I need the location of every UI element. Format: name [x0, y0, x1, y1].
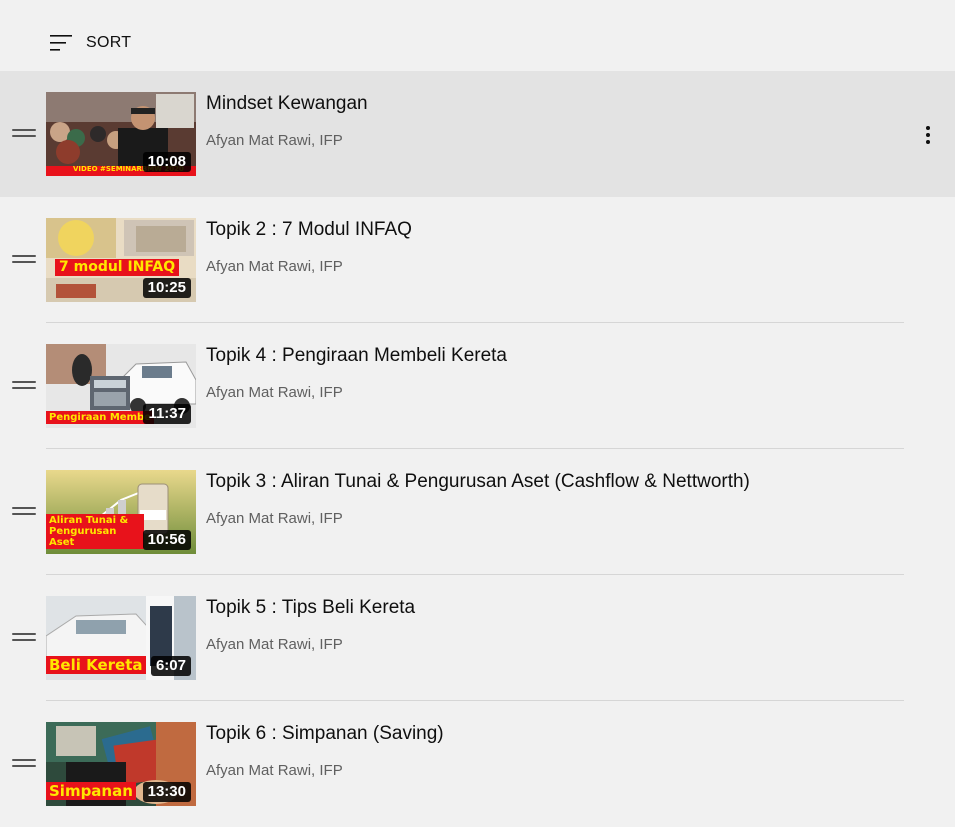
duration-badge: 6:07 — [150, 656, 191, 676]
duration-badge: 10:25 — [142, 278, 191, 298]
duration-badge: 13:30 — [142, 782, 191, 802]
thumbnail-caption: Simpanan — [46, 781, 136, 800]
sort-button[interactable]: SORT — [48, 31, 131, 55]
drag-handle-icon[interactable] — [12, 129, 36, 139]
video-thumbnail[interactable]: Pengiraan Membe 11:37 — [46, 344, 196, 428]
video-title[interactable]: Topik 3 : Aliran Tunai & Pengurusan Aset… — [206, 471, 750, 493]
video-thumbnail[interactable]: Aliran Tunai & Pengurusan Aset 10:56 — [46, 470, 196, 554]
sort-label: SORT — [86, 34, 132, 51]
thumbnail-caption: 7 modul INFAQ — [55, 258, 180, 276]
channel-name[interactable]: Afyan Mat Rawi, IFP — [206, 636, 343, 653]
video-title[interactable]: Topik 4 : Pengiraan Membeli Kereta — [206, 345, 507, 367]
drag-handle-icon[interactable] — [12, 255, 36, 265]
duration-badge: 10:08 — [142, 152, 191, 172]
video-title[interactable]: Topik 6 : Simpanan (Saving) — [206, 723, 444, 745]
drag-handle-icon[interactable] — [12, 633, 36, 643]
drag-handle-icon[interactable] — [12, 759, 36, 769]
playlist-item[interactable]: Beli Kereta 6:07 Topik 5 : Tips Beli Ker… — [0, 575, 955, 701]
sort-bar: SORT — [0, 0, 955, 70]
channel-name[interactable]: Afyan Mat Rawi, IFP — [206, 384, 343, 401]
video-thumbnail[interactable]: Beli Kereta 6:07 — [46, 596, 196, 680]
playlist: VIDEO #SEMINARBMW 2020 10:08 Mindset Kew… — [0, 71, 955, 827]
playlist-item[interactable]: Simpanan 13:30 Topik 6 : Simpanan (Savin… — [0, 701, 955, 827]
drag-handle-icon[interactable] — [12, 381, 36, 391]
drag-handle-icon[interactable] — [12, 507, 36, 517]
channel-name[interactable]: Afyan Mat Rawi, IFP — [206, 132, 343, 149]
channel-name[interactable]: Afyan Mat Rawi, IFP — [206, 510, 343, 527]
thumbnail-caption: Pengiraan Membe — [46, 411, 154, 424]
channel-name[interactable]: Afyan Mat Rawi, IFP — [206, 762, 343, 779]
video-thumbnail[interactable]: VIDEO #SEMINARBMW 2020 10:08 — [46, 92, 196, 176]
video-thumbnail[interactable]: 7 modul INFAQ 10:25 — [46, 218, 196, 302]
more-options-icon[interactable] — [918, 123, 938, 147]
thumbnail-caption: Aliran Tunai & Pengurusan Aset — [46, 514, 144, 549]
video-title[interactable]: Mindset Kewangan — [206, 93, 368, 115]
channel-name[interactable]: Afyan Mat Rawi, IFP — [206, 258, 343, 275]
playlist-item[interactable]: Pengiraan Membe 11:37 Topik 4 : Pengiraa… — [0, 323, 955, 449]
playlist-item[interactable]: Aliran Tunai & Pengurusan Aset 10:56 Top… — [0, 449, 955, 575]
playlist-item[interactable]: VIDEO #SEMINARBMW 2020 10:08 Mindset Kew… — [0, 71, 955, 197]
duration-badge: 11:37 — [143, 404, 191, 424]
video-title[interactable]: Topik 5 : Tips Beli Kereta — [206, 597, 415, 619]
duration-badge: 10:56 — [142, 530, 191, 550]
video-thumbnail[interactable]: Simpanan 13:30 — [46, 722, 196, 806]
playlist-item[interactable]: 7 modul INFAQ 10:25 Topik 2 : 7 Modul IN… — [0, 197, 955, 323]
sort-icon — [50, 35, 72, 51]
thumbnail-caption: Beli Kereta — [46, 655, 146, 674]
video-title[interactable]: Topik 2 : 7 Modul INFAQ — [206, 219, 412, 241]
